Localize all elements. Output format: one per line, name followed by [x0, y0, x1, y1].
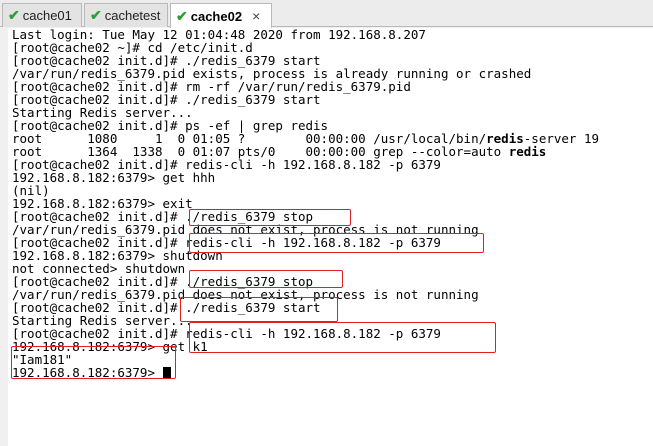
tab-label: cache01 — [22, 8, 72, 23]
tab-cache01[interactable]: ✔ cache01 — [2, 3, 82, 27]
terminal-line: 192.168.8.182:6379> get hhh — [12, 170, 216, 185]
terminal-lines: Last login: Tue May 12 01:04:48 2020 fro… — [12, 28, 599, 379]
terminal-line: 192.168.8.182:6379> get k1 — [12, 339, 208, 354]
tab-cachetest[interactable]: ✔ cachetest — [84, 3, 168, 27]
tab-cache02[interactable]: ✔ cache02 × — [170, 3, 272, 28]
terminal-line: 192.168.8.182:6379> — [12, 366, 599, 379]
highlighted-match: redis — [508, 144, 547, 159]
terminal-output[interactable]: Last login: Tue May 12 01:04:48 2020 fro… — [8, 28, 653, 446]
check-icon: ✔ — [176, 7, 188, 24]
check-icon: ✔ — [8, 7, 20, 23]
cursor-block — [162, 367, 171, 379]
check-icon: ✔ — [90, 7, 102, 23]
tab-label: cachetest — [104, 8, 161, 23]
close-icon[interactable]: × — [252, 8, 260, 24]
tab-bar: ✔ cache01 ✔ cachetest ✔ cache02 × — [0, 0, 653, 28]
tab-label: cache02 — [190, 8, 243, 24]
